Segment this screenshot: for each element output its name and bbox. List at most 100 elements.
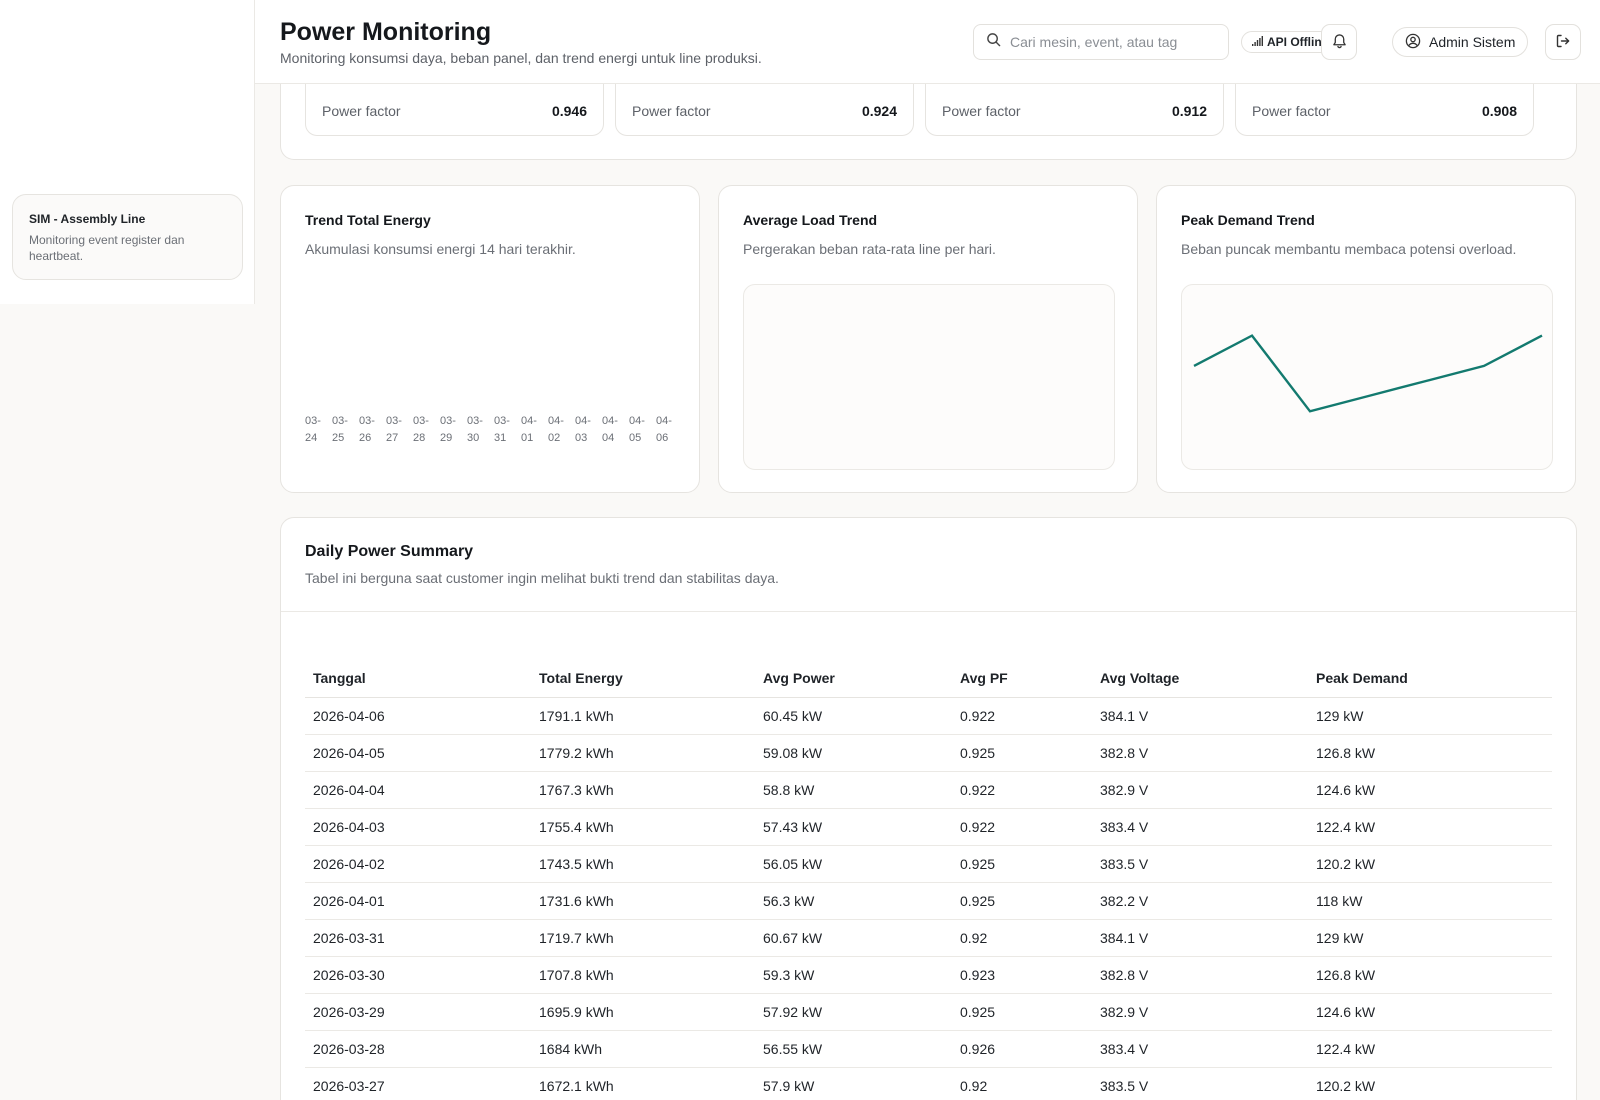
- table-cell: 56.55 kW: [755, 1030, 952, 1068]
- table-row: 2026-04-04 1767.3 kWh 58.8 kW 0.922 382.9 V1…: [305, 771, 1552, 809]
- x-tick-label: 03- 28: [413, 413, 440, 447]
- x-tick-month: 04-: [548, 415, 564, 427]
- table-cell: 60.67 kW: [755, 919, 952, 957]
- sidebar: SIM - Assembly Line Monitoring event reg…: [0, 0, 255, 304]
- pf-label: Power factor: [1252, 103, 1331, 119]
- table-cell: 2026-04-01: [305, 882, 531, 920]
- table-cell: 126.8 kW: [1308, 956, 1552, 994]
- table-cell: 1743.5 kWh: [531, 845, 755, 883]
- x-tick-day: 27: [386, 432, 399, 444]
- table-row: 2026-04-01 1731.6 kWh 56.3 kW 0.925 382.2 V1…: [305, 882, 1552, 920]
- table-header-row: Tanggal Total Energy Avg Power Avg PF Avg Vo…: [305, 660, 1552, 698]
- x-tick-label: 03- 30: [467, 413, 494, 447]
- user-name: Admin Sistem: [1429, 34, 1516, 50]
- table-cell: 2026-04-04: [305, 771, 531, 809]
- table-cell: 0.92: [952, 919, 1092, 957]
- table-cell: 0.925: [952, 734, 1092, 772]
- daily-summary-card: Daily Power Summary Tabel ini berguna sa…: [280, 517, 1577, 1100]
- x-tick-month: 03-: [467, 415, 483, 427]
- table-cell: 1672.1 kWh: [531, 1067, 755, 1100]
- table-cell: 0.923: [952, 956, 1092, 994]
- column-header: Tanggal: [305, 660, 531, 698]
- x-tick-day: 29: [440, 432, 453, 444]
- table-row: 2026-03-29 1695.9 kWh 57.92 kW 0.925 382.9 V…: [305, 993, 1552, 1031]
- x-tick-day: 31: [494, 432, 507, 444]
- x-tick-label: 03- 29: [440, 413, 467, 447]
- x-tick-label: 03- 26: [359, 413, 386, 447]
- pf-label: Power factor: [942, 103, 1021, 119]
- pf-value: 0.908: [1481, 103, 1517, 119]
- pf-value: 0.912: [1171, 103, 1207, 119]
- page-subtitle: Monitoring konsumsi daya, beban panel, d…: [280, 50, 762, 66]
- table-row: 2026-03-27 1672.1 kWh 57.9 kW 0.92 383.5 V 12…: [305, 1067, 1552, 1100]
- x-tick-day: 25: [332, 432, 345, 444]
- table-cell: 1707.8 kWh: [531, 956, 755, 994]
- column-header: Avg Power: [755, 660, 952, 698]
- x-tick-month: 04-: [629, 415, 645, 427]
- table-cell: 57.43 kW: [755, 808, 952, 846]
- user-circle-icon: [1405, 33, 1421, 52]
- table-cell: 2026-04-06: [305, 697, 531, 735]
- table-cell: 56.3 kW: [755, 882, 952, 920]
- x-tick-label: 04- 06: [656, 413, 683, 447]
- table-row: 2026-03-31 1719.7 kWh 60.67 kW 0.92 384.1 V1…: [305, 919, 1552, 957]
- x-tick-label: 04- 04: [602, 413, 629, 447]
- table-cell: 382.9 V: [1092, 771, 1308, 809]
- table-cell: 382.8 V: [1092, 734, 1308, 772]
- peak-demand-series-line: [1193, 334, 1543, 413]
- divider: [281, 611, 1576, 612]
- notifications-button[interactable]: [1321, 24, 1357, 60]
- x-tick-label: 03- 24: [305, 413, 332, 447]
- x-tick-label: 03- 27: [386, 413, 413, 447]
- table-cell: 0.926: [952, 1030, 1092, 1068]
- table-cell: 384.1 V: [1092, 919, 1308, 957]
- table-cell: 0.922: [952, 808, 1092, 846]
- table-cell: 57.9 kW: [755, 1067, 952, 1100]
- table-cell: 1779.2 kWh: [531, 734, 755, 772]
- search-input[interactable]: [1010, 34, 1210, 50]
- table-cell: 118 kW: [1308, 882, 1552, 920]
- bell-icon: [1332, 33, 1347, 52]
- load-chart-area: [743, 284, 1115, 470]
- x-tick-label: 04- 01: [521, 413, 548, 447]
- x-tick-day: 04: [602, 432, 615, 444]
- table-cell: 0.925: [952, 845, 1092, 883]
- table-cell: 120.2 kW: [1308, 1067, 1552, 1100]
- x-tick-label: 03- 25: [332, 413, 359, 447]
- table-cell: 1695.9 kWh: [531, 993, 755, 1031]
- x-tick-day: 06: [656, 432, 669, 444]
- table-cell: 124.6 kW: [1308, 993, 1552, 1031]
- page-title: Power Monitoring: [280, 18, 492, 46]
- table-cell: 2026-03-27: [305, 1067, 531, 1100]
- table-cell: 2026-03-28: [305, 1030, 531, 1068]
- table-cell: 122.4 kW: [1308, 808, 1552, 846]
- table-cell: 2026-04-02: [305, 845, 531, 883]
- peak-chart-area: [1181, 284, 1553, 470]
- x-tick-day: 26: [359, 432, 372, 444]
- user-menu-button[interactable]: Admin Sistem: [1392, 27, 1529, 57]
- chart-desc: Akumulasi konsumsi energi 14 hari terakh…: [305, 241, 576, 257]
- api-status-label: API Offline: [1267, 35, 1329, 49]
- table-cell: 0.925: [952, 993, 1092, 1031]
- peak-demand-chart: [1193, 334, 1543, 413]
- signal-icon: [1252, 35, 1263, 49]
- line-card-assembly[interactable]: SIM - Assembly Line Monitoring event reg…: [12, 194, 243, 280]
- table-cell: 1719.7 kWh: [531, 919, 755, 957]
- x-tick-month: 03-: [440, 415, 456, 427]
- table-cell: 124.6 kW: [1308, 771, 1552, 809]
- table-cell: 129 kW: [1308, 697, 1552, 735]
- pf-value: 0.946: [551, 103, 587, 119]
- table-cell: 383.4 V: [1092, 1030, 1308, 1068]
- table-cell: 1755.4 kWh: [531, 808, 755, 846]
- logout-button[interactable]: [1545, 24, 1581, 60]
- x-tick-label: 03- 31: [494, 413, 521, 447]
- daily-summary-table: Tanggal Total Energy Avg Power Avg PF Avg Vo…: [305, 660, 1552, 1100]
- table-cell: 0.925: [952, 882, 1092, 920]
- x-tick-day: 01: [521, 432, 534, 444]
- chart-title: Peak Demand Trend: [1181, 212, 1315, 228]
- table-cell: 129 kW: [1308, 919, 1552, 957]
- column-header: Avg PF: [952, 660, 1092, 698]
- table-cell: 60.45 kW: [755, 697, 952, 735]
- x-tick-day: 24: [305, 432, 318, 444]
- x-tick-month: 04-: [656, 415, 672, 427]
